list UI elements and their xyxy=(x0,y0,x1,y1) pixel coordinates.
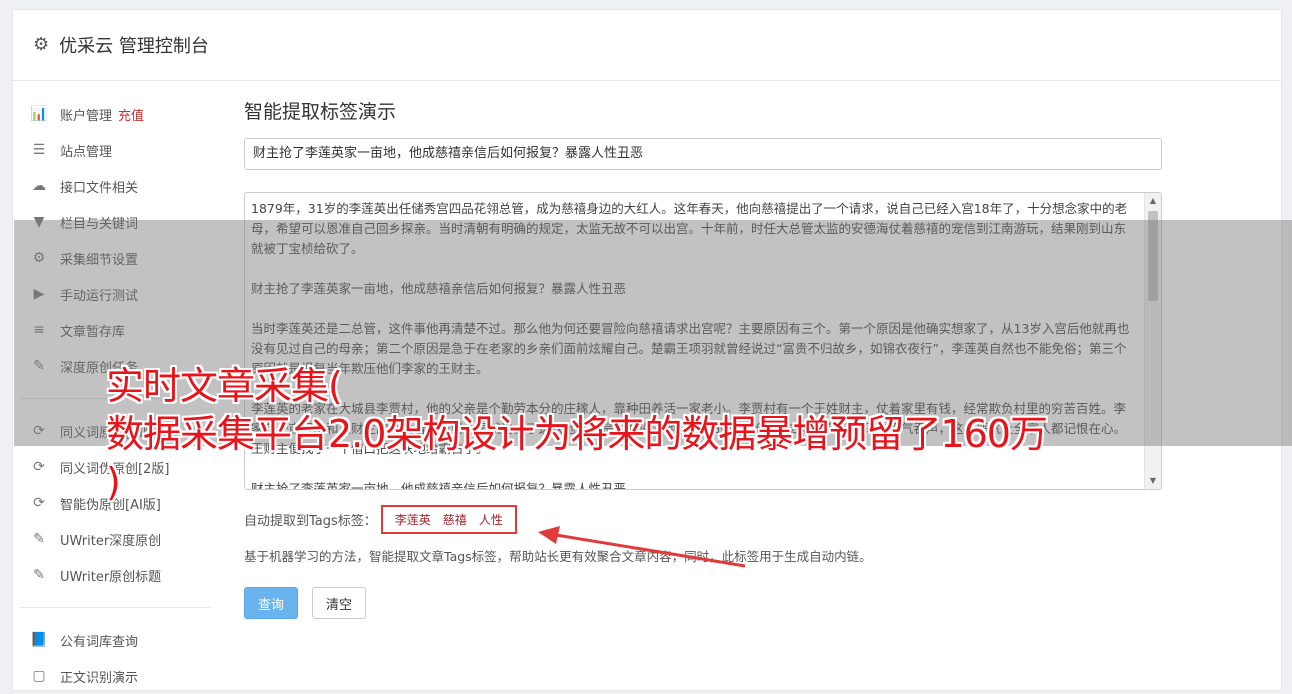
panel-header: ⚙ 优采云 管理控制台 xyxy=(13,10,1281,81)
scroll-up-icon[interactable]: ▲ xyxy=(1145,193,1161,209)
sidebar-item-label: 公有词库查询 xyxy=(60,634,139,650)
edit-icon: ✎ xyxy=(33,531,45,547)
sidebar-item-label: 站点管理 xyxy=(60,144,113,160)
sidebar-item[interactable]: ▢ 正文识别演示 xyxy=(20,658,210,694)
sidebar-item[interactable]: 📊 账户管理 充值 xyxy=(20,96,210,132)
square-icon: ▢ xyxy=(32,668,46,684)
query-button[interactable]: 查询 xyxy=(244,587,298,619)
tag-item[interactable]: 慈禧 xyxy=(443,511,467,528)
overlay-line: 数据采集平台2.0架构设计为将来的数据暴增预留了160万 xyxy=(106,412,1048,456)
bar-chart-icon: 📊 xyxy=(30,106,48,122)
sidebar-item-label: 正文识别演示 xyxy=(60,670,139,686)
arrow-head xyxy=(538,526,560,544)
sidebar-item-label: UWriter深度原创 xyxy=(60,533,162,549)
section-heading: 智能提取标签演示 xyxy=(244,101,397,123)
sidebar-item[interactable]: 📘 公有词库查询 xyxy=(20,622,210,658)
tag-item[interactable]: 李莲英 xyxy=(395,511,431,528)
overlay-caption: 实时文章采集( 数据采集平台2.0架构设计为将来的数据暴增预留了160万 ) xyxy=(106,362,1286,506)
sidebar-item[interactable]: ✎ UWriter深度原创 xyxy=(20,521,210,557)
sidebar-divider xyxy=(20,607,210,608)
action-buttons: 查询 清空 xyxy=(244,587,1164,619)
arrow-line xyxy=(549,532,746,568)
article-title-input[interactable]: 财主抢了李莲英家一亩地，他成慈禧亲信后如何报复？暴露人性丑恶 xyxy=(244,138,1162,170)
edit-icon: ✎ xyxy=(33,567,45,583)
tag-item[interactable]: 人性 xyxy=(479,511,503,528)
sidebar-item-label: UWriter原创标题 xyxy=(60,569,162,585)
arrow-annotation xyxy=(538,526,746,568)
clear-button[interactable]: 清空 xyxy=(312,587,366,619)
tags-label: 自动提取到Tags标签： xyxy=(244,513,377,529)
sidebar-item[interactable]: ☁ 接口文件相关 xyxy=(20,168,210,204)
recharge-badge[interactable]: 充值 xyxy=(118,105,144,124)
overlay-line: ) xyxy=(106,460,121,504)
sidebar-item[interactable]: ✎ UWriter原创标题 xyxy=(20,557,210,593)
book-icon: 📘 xyxy=(30,632,48,648)
sidebar-item-label: 接口文件相关 xyxy=(60,180,139,196)
sidebar-item[interactable]: ☰ 站点管理 xyxy=(20,132,210,168)
overlay-line: 实时文章采集( xyxy=(106,364,343,408)
gear-icon: ⚙ xyxy=(33,34,50,55)
refresh-icon: ⟳ xyxy=(33,459,45,475)
cloud-upload-icon: ☁ xyxy=(32,178,46,194)
page-title: 优采云 管理控制台 xyxy=(59,36,209,57)
sidebar-item-label: 账户管理 xyxy=(60,108,113,124)
tags-box: 李莲英 慈禧 人性 xyxy=(380,504,517,534)
server-icon: ☰ xyxy=(32,142,46,158)
refresh-icon: ⟳ xyxy=(33,495,45,511)
